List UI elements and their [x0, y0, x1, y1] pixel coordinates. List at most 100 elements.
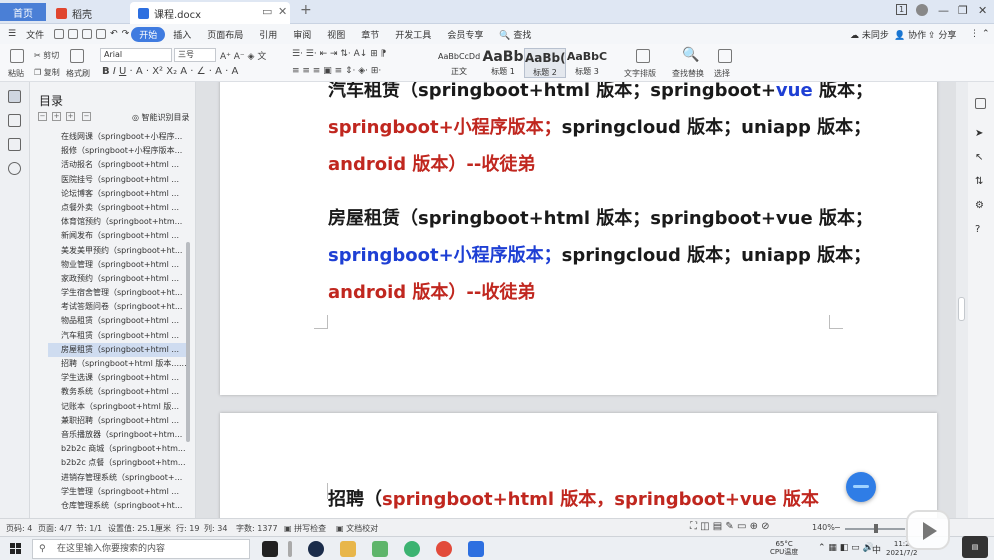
save-icon[interactable]	[54, 29, 65, 39]
pointer-icon[interactable]: ➤	[975, 128, 986, 139]
zoom-level[interactable]: 140%	[812, 523, 835, 532]
find-replace-icon[interactable]: 🔍	[682, 47, 699, 63]
style-heading-3[interactable]: AaBbC 标题 3	[566, 48, 608, 78]
minimize-icon[interactable]: —	[938, 4, 949, 17]
collapse-ribbon-icon[interactable]: ⌃	[974, 29, 994, 39]
style-heading-1[interactable]: AaBb 标题 1	[482, 48, 524, 78]
menu-start[interactable]: 开始	[131, 26, 166, 42]
floating-assistant-button[interactable]	[846, 472, 876, 502]
app-icon-2[interactable]	[308, 541, 324, 557]
outline-item[interactable]: 医院挂号（springboot+html ...	[48, 173, 188, 187]
print-preview-icon[interactable]	[82, 29, 93, 39]
font-format-icons[interactable]: B I U · A · X² X₂ A · ∠ · A · A	[102, 66, 238, 77]
menu-view[interactable]: 视图	[319, 28, 353, 41]
menu-page-layout[interactable]: 页面布局	[199, 28, 251, 41]
outline-item[interactable]: 学生宿舍管理（springboot+ht...	[48, 286, 188, 300]
block3-line1[interactable]: 招聘（springboot+html 版本，springboot+vue 版本	[328, 489, 819, 511]
copy-button[interactable]: ❐ 复制	[34, 67, 60, 78]
list-icons[interactable]: ☰· ☰· ⇤ ⇥ ⇅· A↓ ⊞ ⁋	[292, 49, 386, 59]
font-size-select[interactable]: 三号	[174, 48, 216, 62]
outline-item[interactable]: 兼职招聘（springboot+html ...	[48, 414, 188, 428]
app-icon-3[interactable]	[404, 541, 420, 557]
window-close-icon[interactable]: ✕	[978, 4, 987, 17]
outline-item[interactable]: 物品租赁（springboot+html ...	[48, 314, 188, 328]
select-button[interactable]: 选择	[714, 68, 730, 79]
view-mode-icons[interactable]: ⛶ ◫ ▤ ✎ ▭ ⊕ ⊘	[690, 521, 770, 532]
outline-item[interactable]: 仓库管理系统（springboot+ht...	[48, 499, 188, 513]
tab-daoke[interactable]: 稻壳	[48, 2, 128, 24]
document-scroll-thumb[interactable]	[958, 297, 965, 321]
font-name-select[interactable]: Arial	[100, 48, 172, 62]
block1-line2[interactable]: springboot+小程序版本；springcloud 版本；uniapp 版…	[328, 117, 871, 139]
outline-item[interactable]: 学生管理（springboot+html ...	[48, 485, 188, 499]
find-replace-button[interactable]: 查找替换	[672, 68, 704, 79]
pen-icon[interactable]	[975, 98, 986, 109]
format-painter-icon[interactable]	[70, 49, 84, 63]
style-heading-2[interactable]: AaBb( 标题 2	[524, 48, 566, 78]
align-icons[interactable]: ≡ ≡ ≡ ▣ ≡ ⇕· ◈· ⊞·	[292, 66, 381, 76]
menu-insert[interactable]: 插入	[165, 28, 199, 41]
notification-icon[interactable]: ▤	[962, 536, 988, 558]
print-icon[interactable]	[68, 29, 79, 39]
proofread-button[interactable]: ▣ 文档校对	[336, 523, 378, 534]
tray-icons[interactable]: ⌃ ▦ ◧ ▭ 🔊	[818, 543, 874, 553]
search-menu[interactable]: 🔍 查找	[491, 28, 539, 41]
select-icon[interactable]	[718, 49, 732, 63]
outline-item[interactable]: 报修（springboot+小程序版本...	[48, 144, 188, 158]
text-layout-button[interactable]: 文字排版	[624, 68, 656, 79]
outline-item[interactable]: 美发美甲预约（springboot+ht...	[48, 244, 188, 258]
tab-home[interactable]: 首页	[0, 3, 46, 21]
zoom-slider-knob[interactable]	[874, 524, 878, 533]
outline-item[interactable]: 音乐播放器（springboot+htm...	[48, 428, 188, 442]
menu-file[interactable]: 文件	[18, 28, 52, 41]
undo-icon[interactable]: ↶	[110, 29, 118, 39]
export-icon[interactable]	[96, 29, 107, 39]
outline-collapse-icon[interactable]: −	[38, 112, 47, 121]
outline-item[interactable]: 新闻发布（springboot+html ...	[48, 229, 188, 243]
menu-chapter[interactable]: 章节	[353, 28, 387, 41]
taskbar-search-input[interactable]: ⚲ 在这里输入你要搜索的内容	[32, 539, 250, 559]
help-icon[interactable]: ?	[975, 224, 986, 235]
outline-item[interactable]: 记账本（springboot+html 版...	[48, 400, 188, 414]
cut-button[interactable]: ✂ 剪切	[34, 50, 59, 61]
outline-item[interactable]: 体育馆预约（springboot+htm...	[48, 215, 188, 229]
paste-icon[interactable]	[10, 49, 24, 63]
block1-line1[interactable]: 汽车租赁（springboot+html 版本；springboot+vue 版…	[328, 82, 873, 102]
bookmark-icon[interactable]	[8, 138, 21, 151]
redo-icon[interactable]: ↷	[122, 29, 130, 39]
outline-scrollbar[interactable]	[186, 242, 190, 442]
outline-item[interactable]: 物业管理（springboot+html ...	[48, 258, 188, 272]
outline-item[interactable]: 考试答题问卷（springboot+ht...	[48, 300, 188, 314]
outline-item[interactable]: 学生选课（springboot+html ...	[48, 371, 188, 385]
format-painter-button[interactable]: 格式刷	[66, 68, 90, 79]
adjust-icon[interactable]: ⇅	[975, 176, 986, 187]
file-explorer-icon[interactable]	[340, 541, 356, 557]
outline-item[interactable]: 汽车租赁（springboot+html ...	[48, 329, 188, 343]
outline-item[interactable]: 家政预约（springboot+html ...	[48, 272, 188, 286]
restore-icon[interactable]: ❐	[958, 4, 968, 17]
outline-item[interactable]: 房屋租赁（springboot+html ...	[48, 342, 188, 357]
ime-indicator[interactable]: 中	[872, 543, 881, 556]
block2-line2[interactable]: springboot+小程序版本；springcloud 版本；uniapp 版…	[328, 245, 871, 267]
style-normal[interactable]: AaBbCcDd 正文	[438, 48, 480, 78]
spellcheck-button[interactable]: ▣ 拼写检查	[284, 523, 326, 534]
text-layout-icon[interactable]	[636, 49, 650, 63]
outline-add-icon[interactable]: +	[66, 112, 75, 121]
outline-item[interactable]: 点餐外卖（springboot+html ...	[48, 201, 188, 215]
outline-toggle-icon[interactable]	[8, 90, 21, 103]
format-icon[interactable]: ⚙	[975, 200, 986, 211]
outline-item[interactable]: 论坛博客（springboot+html ...	[48, 187, 188, 201]
outline-item[interactable]: b2b2c 点餐（springboot+htm...	[48, 456, 188, 470]
new-tab-button[interactable]: +	[300, 2, 312, 18]
zoom-out-icon[interactable]: −	[834, 523, 841, 532]
outline-item[interactable]: 进销存管理系统（springboot+...	[48, 471, 188, 485]
outline-item[interactable]: b2b2c 商城（springboot+htm...	[48, 442, 188, 456]
wechat-icon[interactable]	[372, 541, 388, 557]
menu-member[interactable]: 会员专享	[439, 28, 491, 41]
outline-item[interactable]: 教务系统（springboot+html ...	[48, 385, 188, 399]
tab-pin-icon[interactable]: ▭	[262, 5, 272, 18]
block1-line3[interactable]: android 版本）--收徒弟	[328, 154, 535, 176]
outline-item[interactable]: 活动报名（springboot+html ...	[48, 158, 188, 172]
chrome-icon[interactable]	[436, 541, 452, 557]
menu-review[interactable]: 审阅	[285, 28, 319, 41]
